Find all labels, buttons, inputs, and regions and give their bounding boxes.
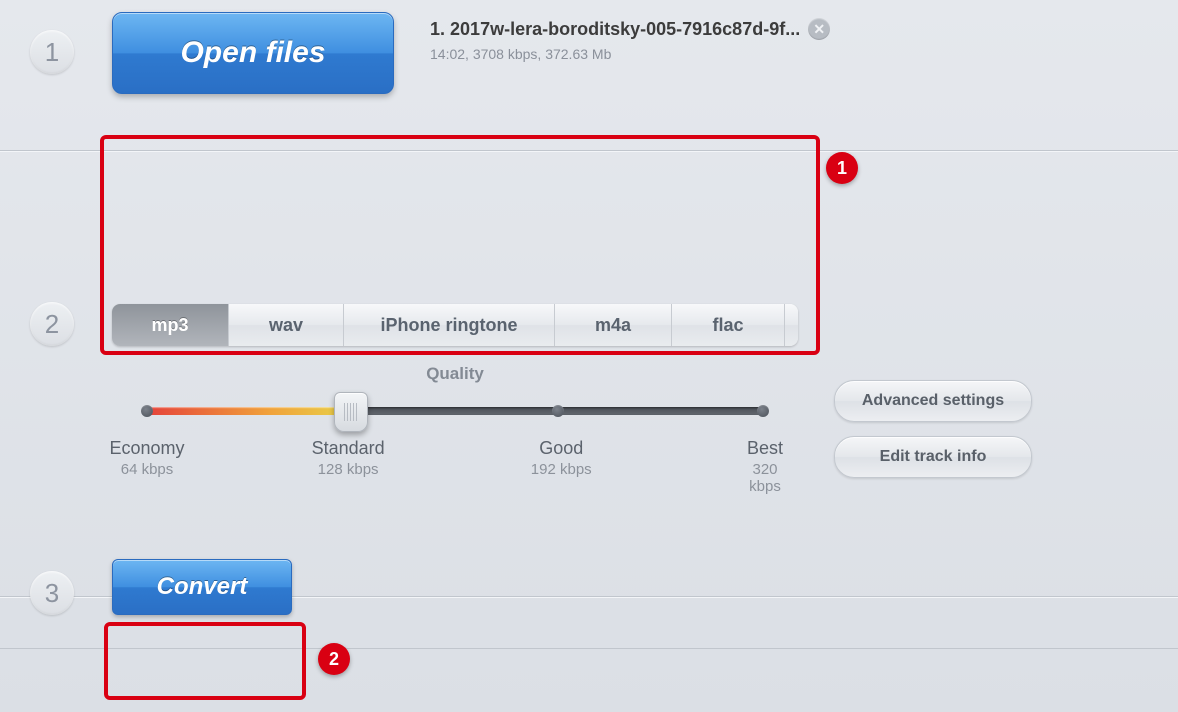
step-number-1: 1 bbox=[30, 30, 74, 74]
close-icon: ✕ bbox=[813, 21, 825, 38]
file-index: 1. bbox=[430, 19, 445, 40]
quality-rate: 64 kbps bbox=[109, 461, 184, 478]
section-convert: 3 Convert bbox=[0, 539, 1178, 649]
convert-button[interactable]: Convert bbox=[112, 559, 292, 615]
quality-name: Economy bbox=[109, 438, 184, 459]
quality-name: Best bbox=[747, 438, 783, 459]
file-meta: 14:02, 3708 kbps, 372.63 Mb bbox=[430, 46, 1148, 62]
format-tab-iphone[interactable]: iPhone ringtone bbox=[344, 304, 555, 346]
remove-file-button[interactable]: ✕ bbox=[808, 18, 830, 40]
file-name: 2017w-lera-boroditsky-005-7916c87d-9f... bbox=[450, 19, 800, 40]
step-number-3: 3 bbox=[30, 571, 74, 615]
format-tabs: mp3 wav iPhone ringtone m4a flac ogg mor… bbox=[112, 304, 798, 346]
step-number-2: 2 bbox=[30, 302, 74, 346]
quality-label-good: Good 192 kbps bbox=[531, 438, 592, 478]
quality-name: Good bbox=[531, 438, 592, 459]
quality-label-standard: Standard 128 kbps bbox=[312, 438, 385, 478]
quality-title: Quality bbox=[112, 364, 798, 384]
quality-rate: 320 kbps bbox=[747, 461, 783, 495]
slider-thumb[interactable] bbox=[334, 392, 368, 432]
file-title-line: 1. 2017w-lera-boroditsky-005-7916c87d-9f… bbox=[430, 18, 1148, 40]
slider-stop-economy[interactable] bbox=[141, 405, 153, 417]
quality-area: Quality Economy 64 kbps Standard 128 k bbox=[112, 364, 798, 482]
format-tab-ogg[interactable]: ogg bbox=[785, 304, 798, 346]
section-open-files: 1 Open files 1. 2017w-lera-boroditsky-00… bbox=[0, 0, 1178, 151]
format-tab-flac[interactable]: flac bbox=[672, 304, 785, 346]
quality-rate: 128 kbps bbox=[312, 461, 385, 478]
annotation-callout-2: 2 bbox=[318, 643, 350, 675]
slider-stop-good[interactable] bbox=[552, 405, 564, 417]
quality-label-best: Best 320 kbps bbox=[747, 438, 783, 495]
quality-rate: 192 kbps bbox=[531, 461, 592, 478]
format-tab-wav[interactable]: wav bbox=[229, 304, 344, 346]
edit-track-info-button[interactable]: Edit track info bbox=[834, 436, 1032, 478]
slider-stop-best[interactable] bbox=[757, 405, 769, 417]
open-files-button[interactable]: Open files bbox=[112, 12, 394, 94]
app-panel: 1 Open files 1. 2017w-lera-boroditsky-00… bbox=[0, 0, 1178, 649]
side-buttons: Advanced settings Edit track info bbox=[834, 380, 1030, 492]
advanced-settings-button[interactable]: Advanced settings bbox=[834, 380, 1032, 422]
file-entry: 1. 2017w-lera-boroditsky-005-7916c87d-9f… bbox=[430, 18, 1148, 62]
grip-icon bbox=[344, 403, 358, 421]
annotation-callout-1: 1 bbox=[826, 152, 858, 184]
quality-labels: Economy 64 kbps Standard 128 kbps Good 1… bbox=[135, 438, 775, 482]
slider-fill bbox=[145, 407, 351, 415]
format-tab-m4a[interactable]: m4a bbox=[555, 304, 672, 346]
quality-name: Standard bbox=[312, 438, 385, 459]
format-tab-mp3[interactable]: mp3 bbox=[112, 304, 229, 346]
quality-slider[interactable] bbox=[145, 398, 765, 422]
quality-label-economy: Economy 64 kbps bbox=[109, 438, 184, 478]
